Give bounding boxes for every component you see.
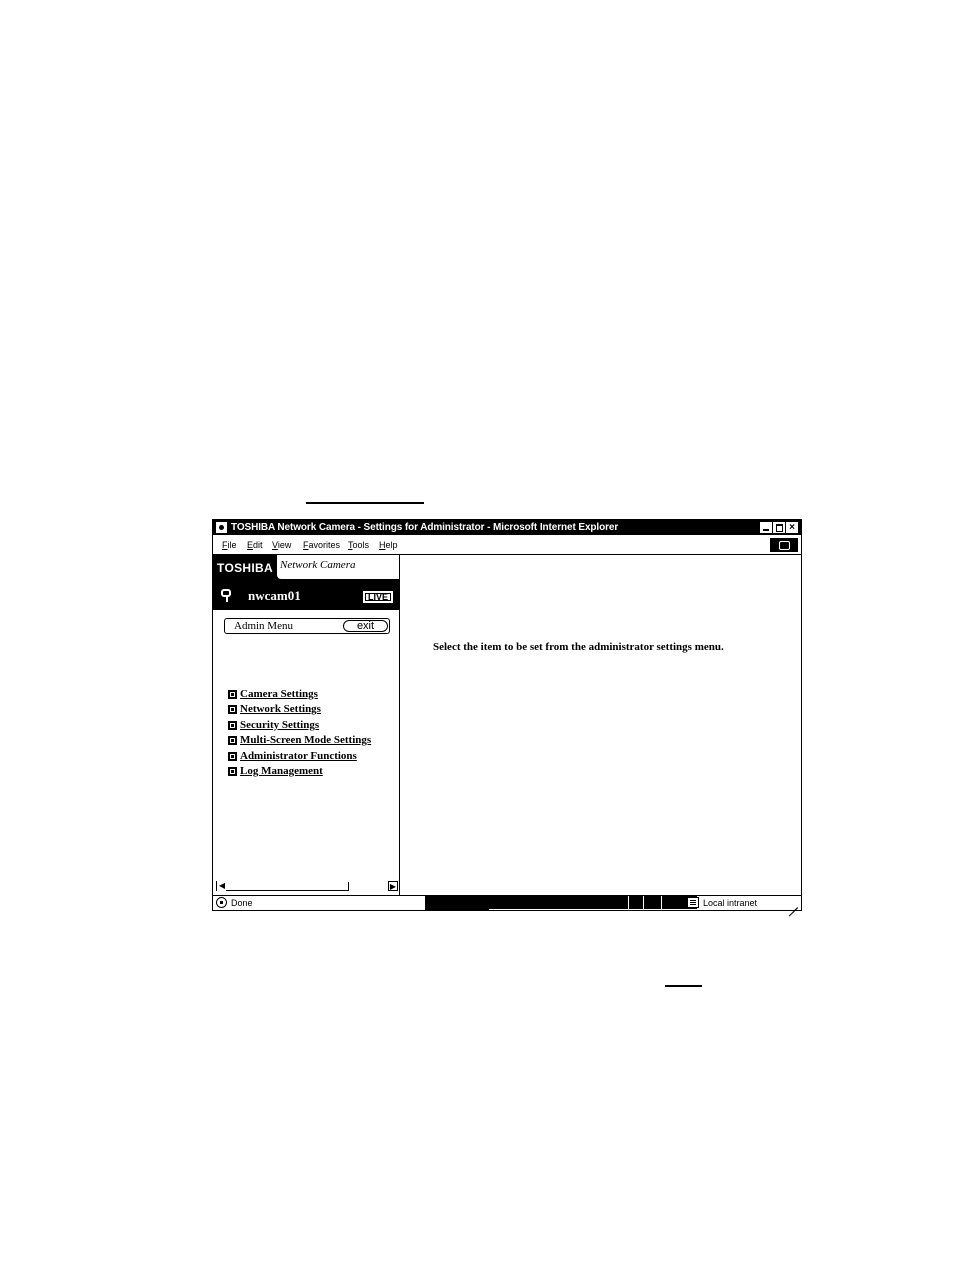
page-content: TOSHIBA Network Camera nwcam01 LIVE Admi… [213, 555, 801, 895]
menu-favorites[interactable]: Favorites [303, 536, 340, 554]
window-title: TOSHIBA Network Camera - Settings for Ad… [231, 522, 619, 533]
progress-divider [643, 896, 644, 909]
administrator-functions-link[interactable]: Administrator Functions [240, 749, 357, 764]
intranet-zone-icon [687, 897, 699, 908]
horizontal-scrollbar[interactable]: ◀ ▶ [216, 880, 398, 892]
page-rule-top [306, 502, 424, 504]
close-button[interactable]: × [786, 522, 798, 533]
left-frame: TOSHIBA Network Camera nwcam01 LIVE Admi… [213, 555, 400, 895]
menu-bar: File Edit View Favorites Tools Help [213, 536, 801, 555]
camera-icon [221, 588, 235, 602]
status-bar: Done Local intranet [213, 895, 801, 911]
bullet-icon [228, 720, 237, 730]
bullet-icon [228, 766, 237, 776]
windows-logo-icon [770, 538, 798, 552]
multi-screen-mode-settings-link[interactable]: Multi-Screen Mode Settings [240, 733, 371, 748]
admin-menu-label: Admin Menu [234, 620, 293, 632]
brand-panel: TOSHIBA Network Camera nwcam01 LIVE [213, 555, 399, 610]
camera-name: nwcam01 [248, 588, 301, 603]
maximize-button[interactable] [773, 522, 785, 533]
resize-grip-icon[interactable] [788, 898, 798, 908]
toshiba-logo: TOSHIBA [213, 555, 277, 581]
bullet-icon [228, 705, 237, 715]
title-bar[interactable]: TOSHIBA Network Camera - Settings for Ad… [213, 520, 801, 535]
bullet-icon [228, 736, 237, 746]
bullet-icon [228, 751, 237, 761]
menu-tools[interactable]: Tools [348, 536, 369, 554]
status-text: Done [231, 898, 253, 908]
scrollbar-thumb[interactable] [348, 882, 349, 891]
minimize-button[interactable] [760, 522, 772, 533]
brand-subtitle-box: Network Camera [277, 555, 399, 579]
browser-window: TOSHIBA Network Camera - Settings for Ad… [212, 519, 802, 911]
page-rule-bottom [665, 985, 702, 987]
scroll-right-arrow[interactable]: ▶ [388, 881, 398, 891]
progress-divider [628, 896, 629, 909]
scrollbar-track[interactable] [226, 890, 348, 891]
progress-underline [425, 908, 489, 911]
network-settings-link[interactable]: Network Settings [240, 702, 321, 717]
page-done-icon [216, 897, 227, 908]
menu-edit[interactable]: Edit [247, 536, 263, 554]
brand-subtitle: Network Camera [280, 559, 356, 571]
log-management-link[interactable]: Log Management [240, 764, 323, 779]
ie-app-icon[interactable] [216, 522, 227, 533]
menu-view[interactable]: View [272, 536, 291, 554]
live-button[interactable]: LIVE [363, 591, 393, 603]
menu-help[interactable]: Help [379, 536, 398, 554]
security-settings-link[interactable]: Security Settings [240, 718, 319, 733]
instruction-text: Select the item to be set from the admin… [433, 641, 724, 653]
menu-file[interactable]: File [222, 536, 237, 554]
security-zone-text: Local intranet [703, 898, 758, 908]
exit-button[interactable]: exit [343, 620, 388, 632]
admin-menu-bar: Admin Menu exit [224, 618, 390, 634]
bullet-icon [228, 690, 237, 699]
progress-divider [661, 896, 662, 909]
camera-settings-link[interactable]: Camera Settings [240, 687, 318, 702]
